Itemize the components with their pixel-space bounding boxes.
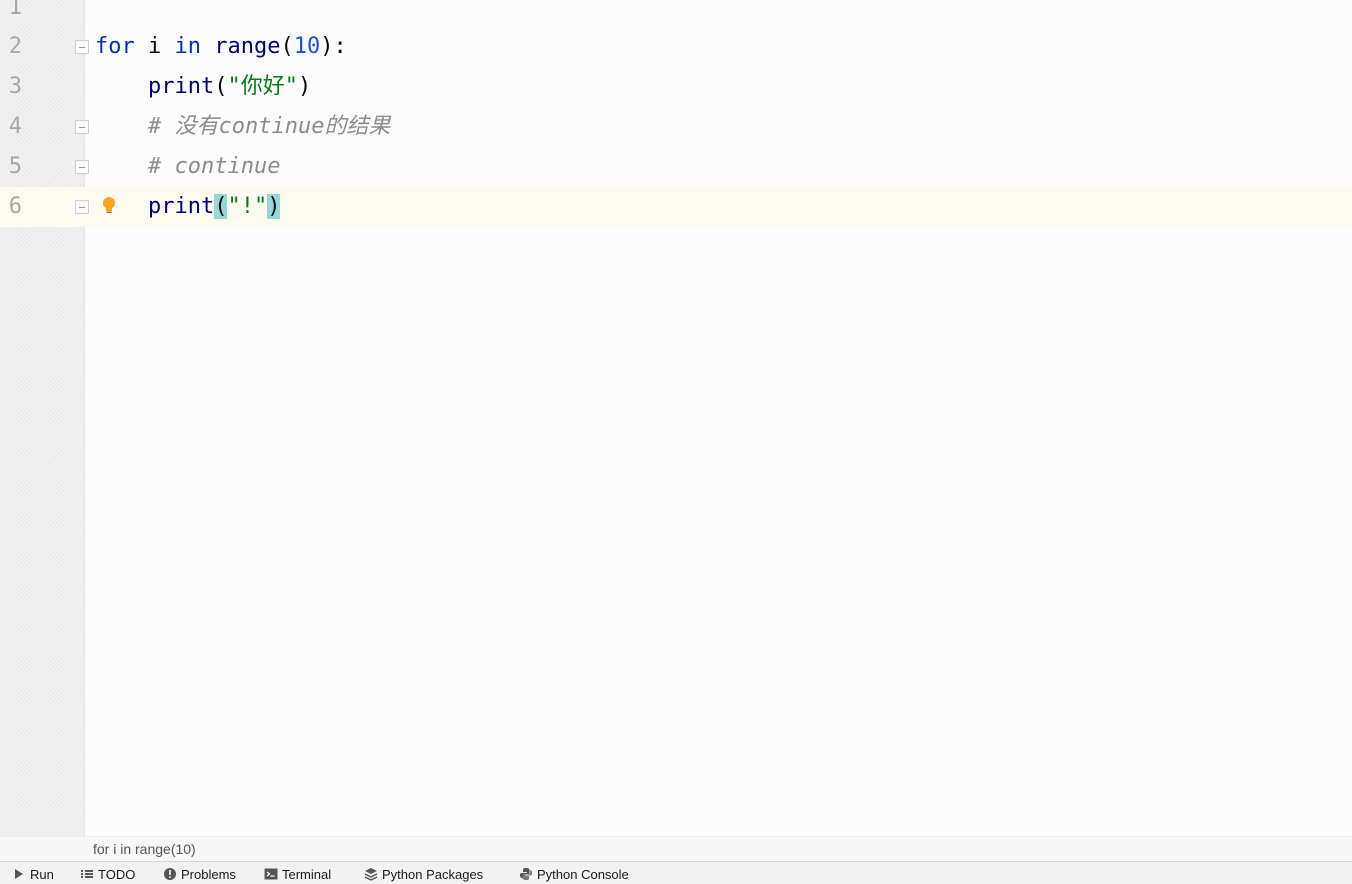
code-token: ) xyxy=(297,74,312,99)
code-line[interactable]: 2 for i in range(10): xyxy=(0,27,1352,67)
breadcrumb[interactable]: for i in range(10) xyxy=(93,841,196,857)
fold-marker-icon[interactable] xyxy=(75,120,89,134)
code-text[interactable]: print("你好") xyxy=(95,67,311,107)
code-token: ) xyxy=(267,194,281,219)
code-token: ( xyxy=(214,194,228,219)
todo-tool-button[interactable]: TODO xyxy=(80,865,135,883)
line-number[interactable]: 3 xyxy=(0,67,22,107)
fold-marker-icon[interactable] xyxy=(75,40,89,54)
code-token: # 没有continue的结果 xyxy=(147,114,391,139)
python-console-tool-label: Python Console xyxy=(537,866,629,882)
code-line[interactable]: 1 xyxy=(0,0,1352,28)
line-number[interactable]: 4 xyxy=(0,107,22,147)
code-token: i xyxy=(134,34,175,59)
problems-tool-label: Problems xyxy=(181,866,236,882)
code-text[interactable]: for i in range(10): xyxy=(95,27,347,67)
run-icon xyxy=(12,867,26,881)
python-console-icon xyxy=(519,867,533,881)
code-token: for xyxy=(95,34,135,59)
code-token: ( xyxy=(214,74,228,99)
problems-tool-button[interactable]: Problems xyxy=(163,865,236,883)
code-line[interactable]: 3 print("你好") xyxy=(0,67,1352,107)
code-token: print xyxy=(147,194,215,219)
breadcrumb-bar: for i in range(10) xyxy=(0,836,1352,861)
code-token: "你好" xyxy=(227,74,298,99)
fold-marker-icon[interactable] xyxy=(75,200,89,214)
line-number[interactable]: 6 xyxy=(0,187,22,227)
todo-icon xyxy=(80,867,94,881)
tool-window-bar: Run TODO Problems Terminal Python Packag… xyxy=(0,861,1352,884)
code-text[interactable]: print("!") xyxy=(95,187,281,227)
code-token: 10 xyxy=(293,34,321,59)
packages-icon xyxy=(364,867,378,881)
todo-tool-label: TODO xyxy=(98,866,136,882)
line-number[interactable]: 5 xyxy=(0,147,22,187)
run-tool-button[interactable]: Run xyxy=(12,865,54,883)
code-token: range xyxy=(214,34,281,59)
line-number[interactable]: 2 xyxy=(0,27,22,67)
code-text[interactable]: # continue xyxy=(95,147,280,187)
code-text[interactable]: # 没有continue的结果 xyxy=(95,107,390,147)
problems-icon xyxy=(163,867,177,881)
code-line[interactable]: 6 print("!") xyxy=(0,187,1352,227)
terminal-icon xyxy=(264,867,278,881)
python-packages-tool-label: Python Packages xyxy=(382,866,484,882)
code-line[interactable]: 4 # 没有continue的结果 xyxy=(0,107,1352,147)
code-token: in xyxy=(174,34,202,59)
line-number[interactable]: 1 xyxy=(0,0,22,28)
code-token: ): xyxy=(320,34,347,59)
code-line[interactable]: 5 # continue xyxy=(0,147,1352,187)
code-token: ( xyxy=(280,34,294,59)
code-token: # continue xyxy=(147,154,281,179)
fold-marker-icon[interactable] xyxy=(75,160,89,174)
python-packages-tool-button[interactable]: Python Packages xyxy=(364,865,483,883)
run-tool-label: Run xyxy=(30,866,54,882)
code-editor[interactable]: 1 2 for i in range(10): 3 print("你好") 4 # 没有… xyxy=(0,0,1352,836)
code-token: print xyxy=(147,74,215,99)
terminal-tool-label: Terminal xyxy=(282,866,332,882)
terminal-tool-button[interactable]: Terminal xyxy=(264,865,331,883)
python-console-tool-button[interactable]: Python Console xyxy=(519,865,629,883)
code-token: "!" xyxy=(227,194,268,219)
